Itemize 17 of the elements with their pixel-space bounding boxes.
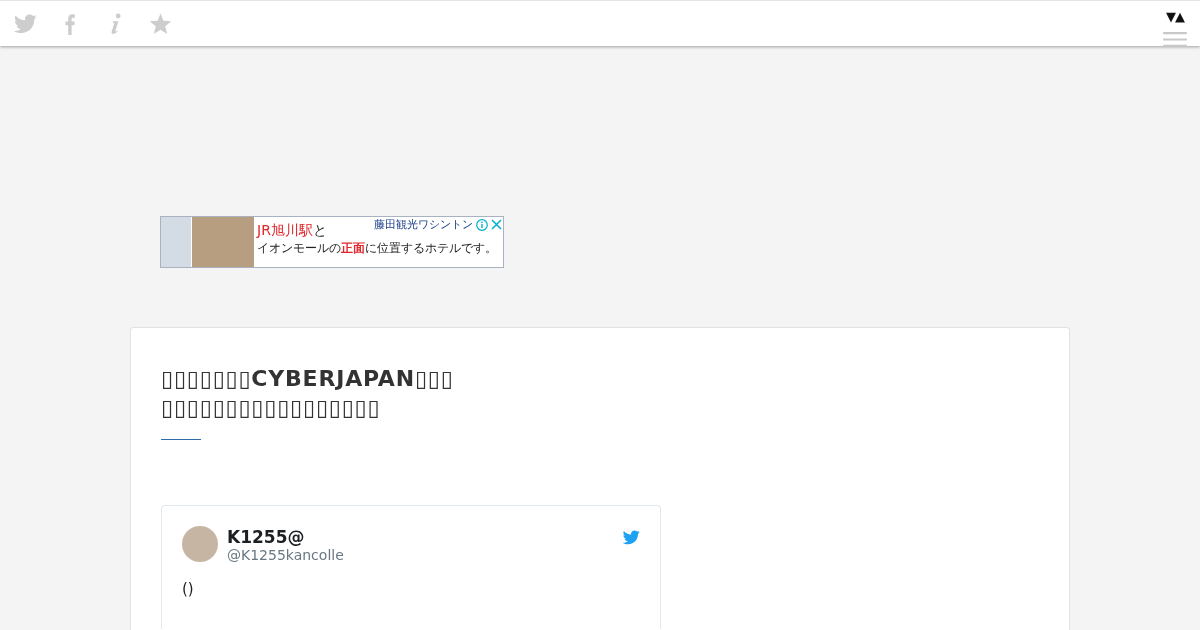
menu-icon[interactable] — [1163, 32, 1187, 47]
star-icon[interactable] — [149, 13, 172, 35]
ad-text: イオンモールの正面に位置するホテルです。 — [257, 240, 497, 256]
avatar[interactable] — [182, 526, 218, 562]
sort-toggle[interactable]: ▼▲ — [1166, 9, 1184, 24]
ad-sponsor: 藤田観光ワシントン — [374, 218, 473, 231]
close-icon[interactable] — [491, 219, 502, 230]
tweet-text: () — [182, 579, 194, 599]
tweet-author-name[interactable]: K1255@ — [227, 527, 305, 547]
ad-headline: JR旭川駅と — [257, 221, 327, 239]
twitter-bird-icon[interactable] — [622, 530, 640, 545]
info-icon[interactable] — [476, 218, 488, 231]
ad-banner[interactable]: JR旭川駅と 藤田観光ワシントン イオンモールの正面に位置するホテルです。 — [160, 216, 504, 268]
twitter-bird-icon[interactable] — [13, 14, 37, 34]
article-title: ▯▯▯▯▯▯▯CYBERJAPAN▯▯▯ ▯▯▯▯▯▯▯▯▯▯▯▯▯▯▯▯▯ — [161, 365, 454, 422]
tweet-author-handle[interactable]: @K1255kancolle — [227, 547, 344, 564]
facebook-f-icon[interactable] — [65, 13, 75, 35]
